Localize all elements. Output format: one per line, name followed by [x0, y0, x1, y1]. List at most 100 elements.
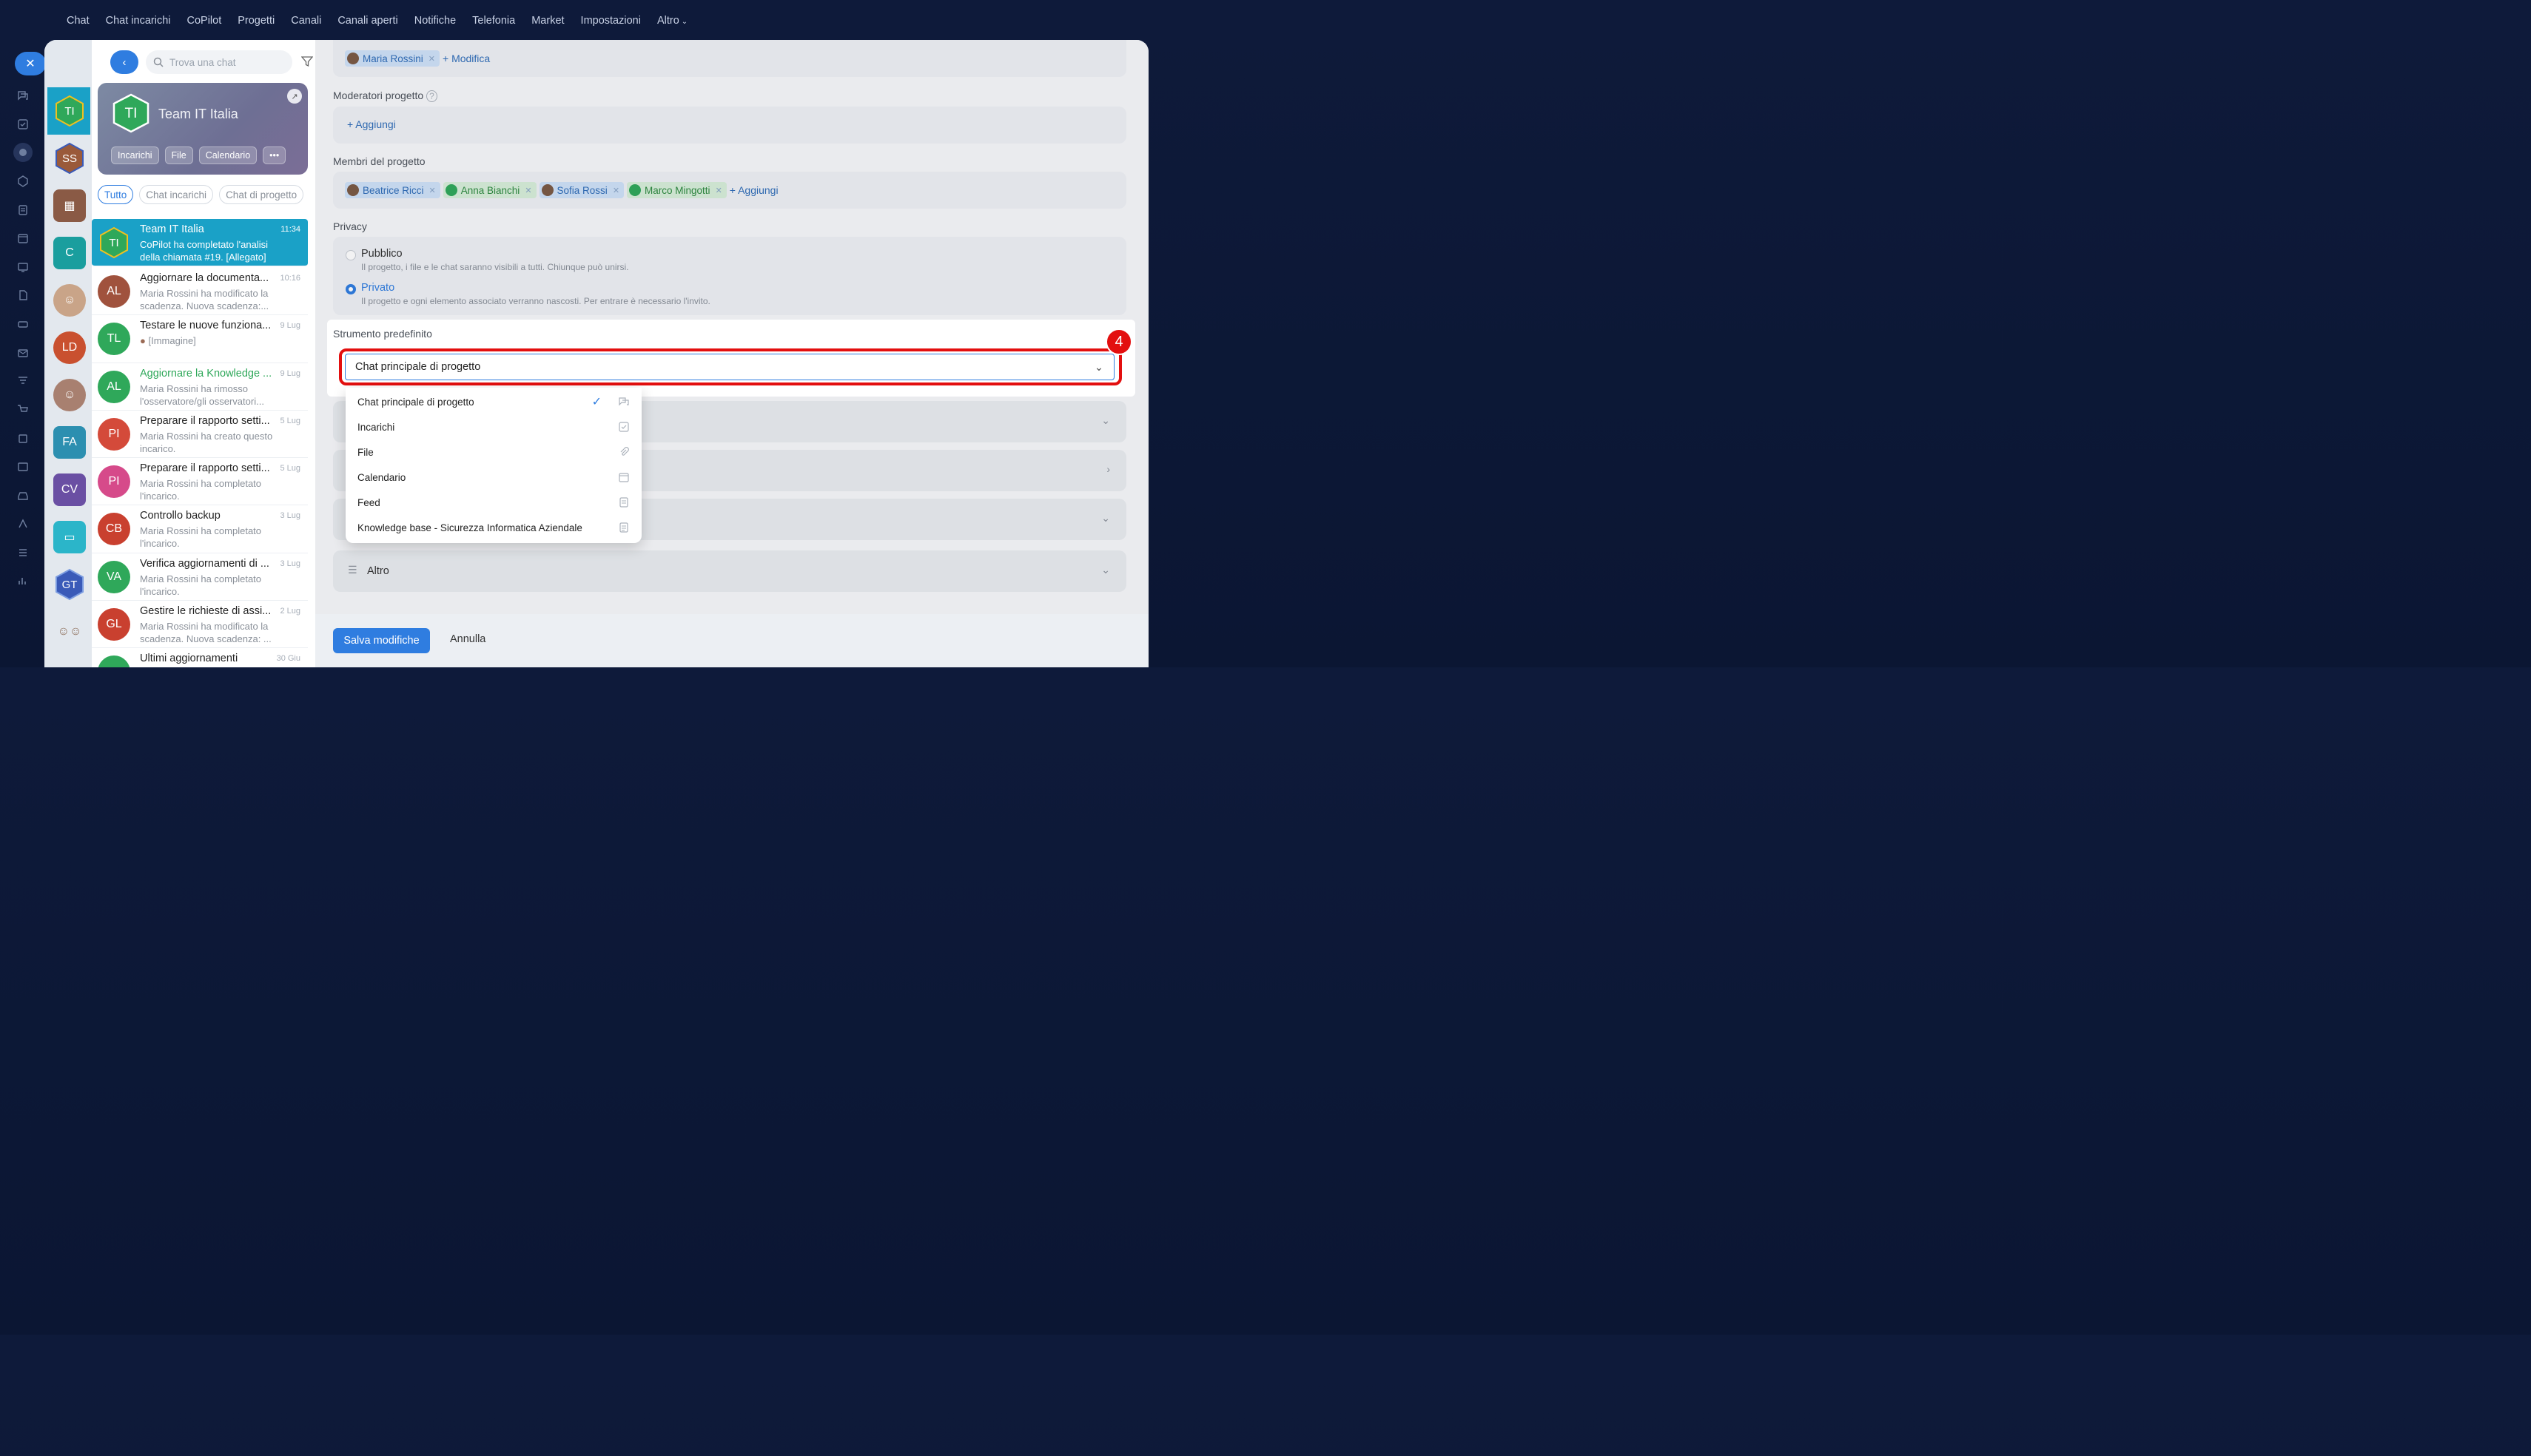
- rail-projects[interactable]: [10, 138, 36, 167]
- rail-copilot[interactable]: [10, 167, 36, 196]
- avatar-ss[interactable]: SS: [53, 142, 86, 175]
- rail-chat[interactable]: [10, 81, 36, 110]
- list-item[interactable]: AL Aggiornare la documenta... 10:16 Mari…: [92, 268, 308, 316]
- chip-incarichi[interactable]: Incarichi: [111, 146, 159, 164]
- save-button[interactable]: Salva modifiche: [333, 628, 430, 653]
- list-item[interactable]: PI Preparare il rapporto setti... 5 Lug …: [92, 411, 308, 459]
- chat-title: Verifica aggiornamenti di ...: [140, 557, 269, 570]
- chat-avatar: TI: [98, 226, 130, 259]
- avatar-cv[interactable]: CV: [53, 473, 86, 506]
- nav-market[interactable]: Market: [531, 15, 564, 27]
- chat-title: Ultimi aggiornamenti: [140, 653, 238, 665]
- chat-preview: Maria Rossini ha completato l'incarico.: [140, 573, 262, 597]
- avatar-gt[interactable]: GT: [53, 568, 86, 601]
- rail-store[interactable]: [10, 424, 36, 453]
- list-item[interactable]: PI Preparare il rapporto setti... 5 Lug …: [92, 458, 308, 506]
- filter-chat-incarichi[interactable]: Chat incarichi: [139, 185, 214, 204]
- avatar-c[interactable]: C: [53, 237, 86, 269]
- nav-notifiche[interactable]: Notifiche: [414, 15, 456, 27]
- avatar-group-photo[interactable]: ☺☺: [53, 616, 86, 648]
- avatar-initials: CV: [61, 483, 78, 496]
- list-item[interactable]: TL Testare le nuove funziona... 9 Lug ● …: [92, 315, 308, 363]
- team-card[interactable]: TI Team IT Italia ↗ Incarichi File Calen…: [98, 83, 308, 175]
- list-item[interactable]: AL Aggiornare la Knowledge ... 9 Lug Mar…: [92, 363, 308, 411]
- filter-icon[interactable]: [301, 55, 313, 67]
- filter-chat-di-progetto[interactable]: Chat di progetto: [219, 185, 304, 204]
- dropdown-option-incarichi[interactable]: Incarichi: [357, 414, 630, 439]
- list-item[interactable]: Ultimi aggiornamenti 30 Giu: [92, 648, 308, 667]
- chat-time: 30 Giu: [276, 654, 300, 664]
- open-external-icon[interactable]: ↗: [287, 89, 302, 104]
- more-options-button[interactable]: •••: [263, 146, 286, 164]
- avatar-ld[interactable]: LD: [53, 331, 86, 364]
- site-icon: [18, 462, 28, 471]
- svg-text:TI: TI: [64, 105, 74, 118]
- nav-chat[interactable]: Chat: [67, 15, 90, 27]
- rail-calendar[interactable]: [10, 224, 36, 253]
- search-input[interactable]: Trova una chat: [146, 50, 292, 74]
- rail-sites[interactable]: [10, 453, 36, 482]
- chat-icon: [18, 91, 28, 101]
- rail-tasks[interactable]: [10, 110, 36, 139]
- dropdown-option-file[interactable]: File: [357, 439, 630, 465]
- option-label: Chat principale di progetto: [357, 396, 474, 408]
- rail-mail[interactable]: [10, 338, 36, 367]
- chip-calendario[interactable]: Calendario: [198, 146, 258, 164]
- chat-filter-tabs: Tutto Chat incarichi Chat di progetto: [98, 185, 304, 204]
- rail-funnel[interactable]: [10, 367, 36, 396]
- nav-progetti[interactable]: Progetti: [238, 15, 275, 27]
- rail-drive[interactable]: [10, 310, 36, 339]
- avatar-user-photo[interactable]: ☺: [53, 379, 86, 411]
- chat-items: TI Team IT Italia 11:34 CoPilot ha compl…: [92, 219, 308, 667]
- rail-inbox[interactable]: [10, 481, 36, 510]
- nav-altro[interactable]: Altro ⌄: [657, 15, 688, 27]
- paperclip-icon: [620, 447, 629, 456]
- chat-preview: Maria Rossini ha modificato la scadenza.…: [140, 621, 272, 645]
- rail-automation[interactable]: [10, 510, 36, 539]
- chat-preview: Maria Rossini ha creato questo incarico.: [140, 430, 273, 454]
- chip-file[interactable]: File: [164, 146, 193, 164]
- nav-impostazioni[interactable]: Impostazioni: [581, 15, 641, 27]
- avatar-team-it[interactable]: TI: [53, 95, 86, 127]
- dropdown-option-chat[interactable]: Chat principale di progetto ✓: [357, 389, 630, 414]
- rail-docs[interactable]: [10, 195, 36, 224]
- nav-canali[interactable]: Canali: [291, 15, 321, 27]
- step-badge: 4: [1106, 328, 1132, 355]
- drive-icon: [18, 321, 28, 328]
- left-icon-rail: [10, 81, 36, 596]
- chat-bubble-icon: ▭: [64, 531, 75, 544]
- chat-avatar: TL: [98, 323, 130, 356]
- dropdown-option-knowledge-base[interactable]: Knowledge base - Sicurezza Informatica A…: [357, 515, 630, 540]
- avatar-calendar[interactable]: ▦: [53, 189, 86, 222]
- filter-tutto[interactable]: Tutto: [98, 185, 134, 204]
- nav-copilot[interactable]: CoPilot: [186, 15, 221, 27]
- chat-avatar: [98, 655, 130, 667]
- close-button[interactable]: ✕: [15, 52, 46, 75]
- calendar-icon: [18, 234, 28, 243]
- chat-title: Aggiornare la Knowledge ...: [140, 367, 272, 380]
- rail-list[interactable]: [10, 539, 36, 567]
- avatar-fa[interactable]: FA: [53, 426, 86, 459]
- chat-preview: Maria Rossini ha modificato la scadenza.…: [140, 288, 269, 311]
- rail-shop[interactable]: [10, 396, 36, 425]
- default-tool-label: Strumento predefinito: [333, 328, 432, 340]
- avatar-chat-bubble[interactable]: ▭: [53, 521, 86, 553]
- list-item[interactable]: VA Verifica aggiornamenti di ... 3 Lug M…: [92, 553, 308, 601]
- list-item[interactable]: TI Team IT Italia 11:34 CoPilot ha compl…: [92, 219, 308, 266]
- list-item[interactable]: CB Controllo backup 3 Lug Maria Rossini …: [92, 505, 308, 553]
- dropdown-option-calendario[interactable]: Calendario: [357, 465, 630, 490]
- nav-chat-incarichi[interactable]: Chat incarichi: [106, 15, 171, 27]
- back-button[interactable]: ‹: [110, 50, 138, 74]
- avatar-user-photo[interactable]: ☺: [53, 284, 86, 317]
- rail-analytics[interactable]: [10, 567, 36, 596]
- rail-board[interactable]: [10, 253, 36, 282]
- cancel-button[interactable]: Annulla: [450, 633, 485, 645]
- search-placeholder: Trova una chat: [169, 56, 236, 68]
- nav-canali-aperti[interactable]: Canali aperti: [337, 15, 397, 27]
- rail-files[interactable]: [10, 281, 36, 310]
- list-item[interactable]: GL Gestire le richieste di assi... 2 Lug…: [92, 601, 308, 649]
- board-icon: [18, 263, 28, 272]
- dropdown-option-feed[interactable]: Feed: [357, 490, 630, 515]
- nav-telefonia[interactable]: Telefonia: [472, 15, 515, 27]
- image-icon: ●: [140, 335, 146, 347]
